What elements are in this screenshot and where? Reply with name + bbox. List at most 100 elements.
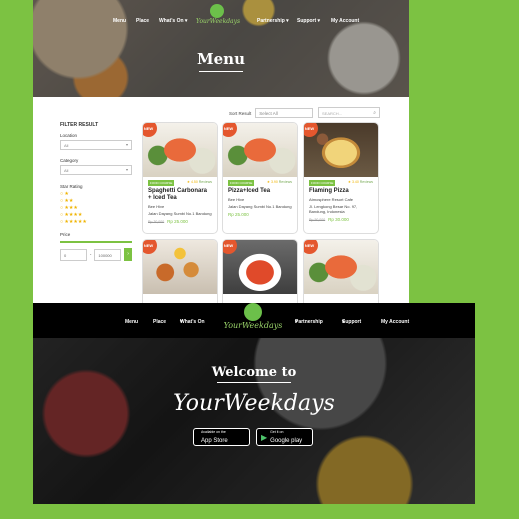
- category-tag: FOOD COURSE: [148, 180, 175, 186]
- price-apply-button[interactable]: ›: [124, 248, 132, 261]
- nav-whats-on-label: What's On: [180, 319, 205, 325]
- nav-place[interactable]: Place: [136, 18, 149, 24]
- welcome-underline: [217, 382, 291, 383]
- price-label: Price: [60, 232, 71, 237]
- star-option-2[interactable]: ○ ★★: [60, 198, 132, 205]
- place-address: Jl. Lengkong Besar No. 97, Bandung, Indo…: [309, 204, 358, 214]
- menu-name: Pizza+Iced Tea: [228, 188, 271, 194]
- google-play-icon: ▶: [261, 432, 268, 442]
- star-option-1[interactable]: ○ ★: [60, 191, 132, 198]
- star-option-5[interactable]: ○ ★★★★★: [60, 219, 132, 226]
- current-price: Rp 30.000: [328, 217, 349, 222]
- rating: ★ 3.40 Reviews: [347, 180, 373, 184]
- google-play-small: Get it on: [270, 430, 284, 434]
- rating: ★ 4.50 Reviews: [186, 180, 212, 184]
- google-play-text: Get it on Google play: [270, 430, 302, 444]
- site-logo[interactable]: YourWeekdays: [221, 303, 285, 330]
- place-address: Jalan Dayang Sumbi No.1 Bandung: [228, 204, 292, 209]
- price-row: Rp 25.000: [228, 212, 292, 217]
- brand-title: YourWeekdays: [173, 391, 335, 416]
- menu-name: Flaming Pizza: [309, 188, 349, 194]
- google-play-button[interactable]: ▶ Get it on Google play: [256, 428, 313, 446]
- app-store-text: Available on the App Store: [201, 430, 228, 444]
- nav-my-account[interactable]: My Account: [331, 18, 359, 24]
- old-price: Rp.30,000: [148, 220, 165, 224]
- price-row: Rp.50,000 Rp 30.000: [309, 217, 373, 222]
- clover-logo-icon: [210, 4, 224, 18]
- nav-partnership[interactable]: Partnership ▾: [295, 319, 323, 325]
- welcome-page-screenshot: Menu Place What's On ▾ Partnership ▾ Sup…: [33, 303, 475, 504]
- price-row: Rp.30,000 Rp 25.000: [148, 219, 212, 224]
- welcome-heading: Welcome to: [211, 365, 297, 380]
- nav-support-label: Support: [297, 18, 317, 24]
- place-address: Jalan Dayang Sumbi No.1 Bandung: [148, 211, 212, 216]
- nav-whats-on[interactable]: What's On ▾: [180, 319, 205, 325]
- star-option-4[interactable]: ○ ★★★★: [60, 212, 132, 219]
- nav-support[interactable]: Support ▾: [342, 319, 361, 325]
- filter-sidebar: FILTER RESULT Location All Category All …: [60, 122, 132, 261]
- location-select[interactable]: All: [60, 140, 132, 150]
- menu-card[interactable]: NEW FOOD COURSE ★ 3.90 Reviews Pizza+Ice…: [222, 122, 298, 234]
- category-label: Category: [60, 158, 79, 163]
- star-rating-options: ○ ★ ○ ★★ ○ ★★★ ○ ★★★★ ○ ★★★★★: [60, 191, 132, 226]
- nav-menu[interactable]: Menu: [113, 18, 126, 24]
- price-min-input[interactable]: 0: [60, 248, 87, 261]
- nav-whats-on[interactable]: What's On ▾: [159, 18, 187, 24]
- title-underline: [199, 71, 243, 72]
- menu-card[interactable]: NEW: [142, 239, 218, 303]
- place-name: Bee Hive: [148, 204, 165, 209]
- place-name: Atmosphere Resort Cafe: [309, 197, 354, 202]
- reviews-link[interactable]: Reviews: [199, 180, 212, 184]
- clover-logo-icon: [244, 303, 262, 321]
- price-max-input[interactable]: 100000: [94, 248, 122, 261]
- nav-place[interactable]: Place: [153, 319, 166, 325]
- search-placeholder: SEARCH...: [322, 111, 343, 116]
- menu-card[interactable]: NEW FOOD COURSE ★ 3.40 Reviews Flaming P…: [303, 122, 379, 234]
- nav-whats-on-label: What's On: [159, 18, 184, 24]
- current-price: Rp 25.000: [228, 212, 249, 217]
- page-title: Menu: [197, 50, 245, 68]
- star-option-3[interactable]: ○ ★★★: [60, 205, 132, 212]
- app-store-small: Available on the: [201, 430, 226, 434]
- rating-value: 4.50: [190, 180, 198, 184]
- search-input[interactable]: SEARCH... ⌕: [318, 107, 380, 118]
- nav-my-account[interactable]: My Account: [381, 319, 409, 325]
- nav-support[interactable]: Support ▾: [297, 18, 320, 24]
- price-range-slider[interactable]: [60, 241, 132, 243]
- sort-control: Sort Result Select All: [229, 108, 314, 118]
- sort-label: Sort Result: [229, 110, 252, 116]
- menu-page-screenshot: Menu Place What's On ▾ Partnership ▾ Sup…: [33, 0, 409, 303]
- sort-select[interactable]: Select All: [255, 108, 314, 118]
- app-store-button[interactable]: Available on the App Store: [193, 428, 250, 446]
- star-rating-label: Star Rating: [60, 184, 83, 189]
- search-icon[interactable]: ⌕: [373, 110, 376, 116]
- menu-card[interactable]: NEW: [222, 239, 298, 303]
- category-select[interactable]: All: [60, 165, 132, 175]
- rating-value: 3.90: [270, 180, 278, 184]
- app-store-buttons: Available on the App Store ▶ Get it on Goo…: [193, 428, 313, 446]
- price-separator: -: [89, 252, 92, 257]
- logo-wordmark: YourWeekdays: [223, 321, 283, 330]
- menu-card[interactable]: NEW FOOD COURSE ★ 4.50 Reviews Spaghetti…: [142, 122, 218, 234]
- price-range-inputs: 0 - 100000 ›: [60, 248, 132, 261]
- rating-value: 3.40: [351, 180, 359, 184]
- category-tag: FOOD COURSE: [228, 180, 255, 186]
- place-name: Bee Hive: [228, 197, 245, 202]
- nav-menu[interactable]: Menu: [125, 319, 138, 325]
- google-play-big: Google play: [270, 438, 303, 444]
- current-price: Rp 25.000: [167, 219, 188, 224]
- app-store-big: App Store: [201, 438, 228, 444]
- reviews-link[interactable]: Reviews: [360, 180, 373, 184]
- nav-support-label: Support: [342, 319, 362, 325]
- nav-partnership-label: Partnership: [295, 319, 323, 325]
- reviews-link[interactable]: Reviews: [279, 180, 292, 184]
- nav-partnership[interactable]: Partnership ▾: [257, 18, 289, 24]
- rating: ★ 3.90 Reviews: [266, 180, 292, 184]
- site-logo[interactable]: YourWeekdays: [196, 4, 241, 25]
- nav-partnership-label: Partnership: [257, 18, 285, 24]
- logo-wordmark: YourWeekdays: [196, 18, 241, 25]
- menu-card[interactable]: NEW: [303, 239, 379, 303]
- category-tag: FOOD COURSE: [309, 180, 336, 186]
- location-label: Location: [60, 133, 78, 138]
- old-price: Rp.50,000: [309, 218, 326, 222]
